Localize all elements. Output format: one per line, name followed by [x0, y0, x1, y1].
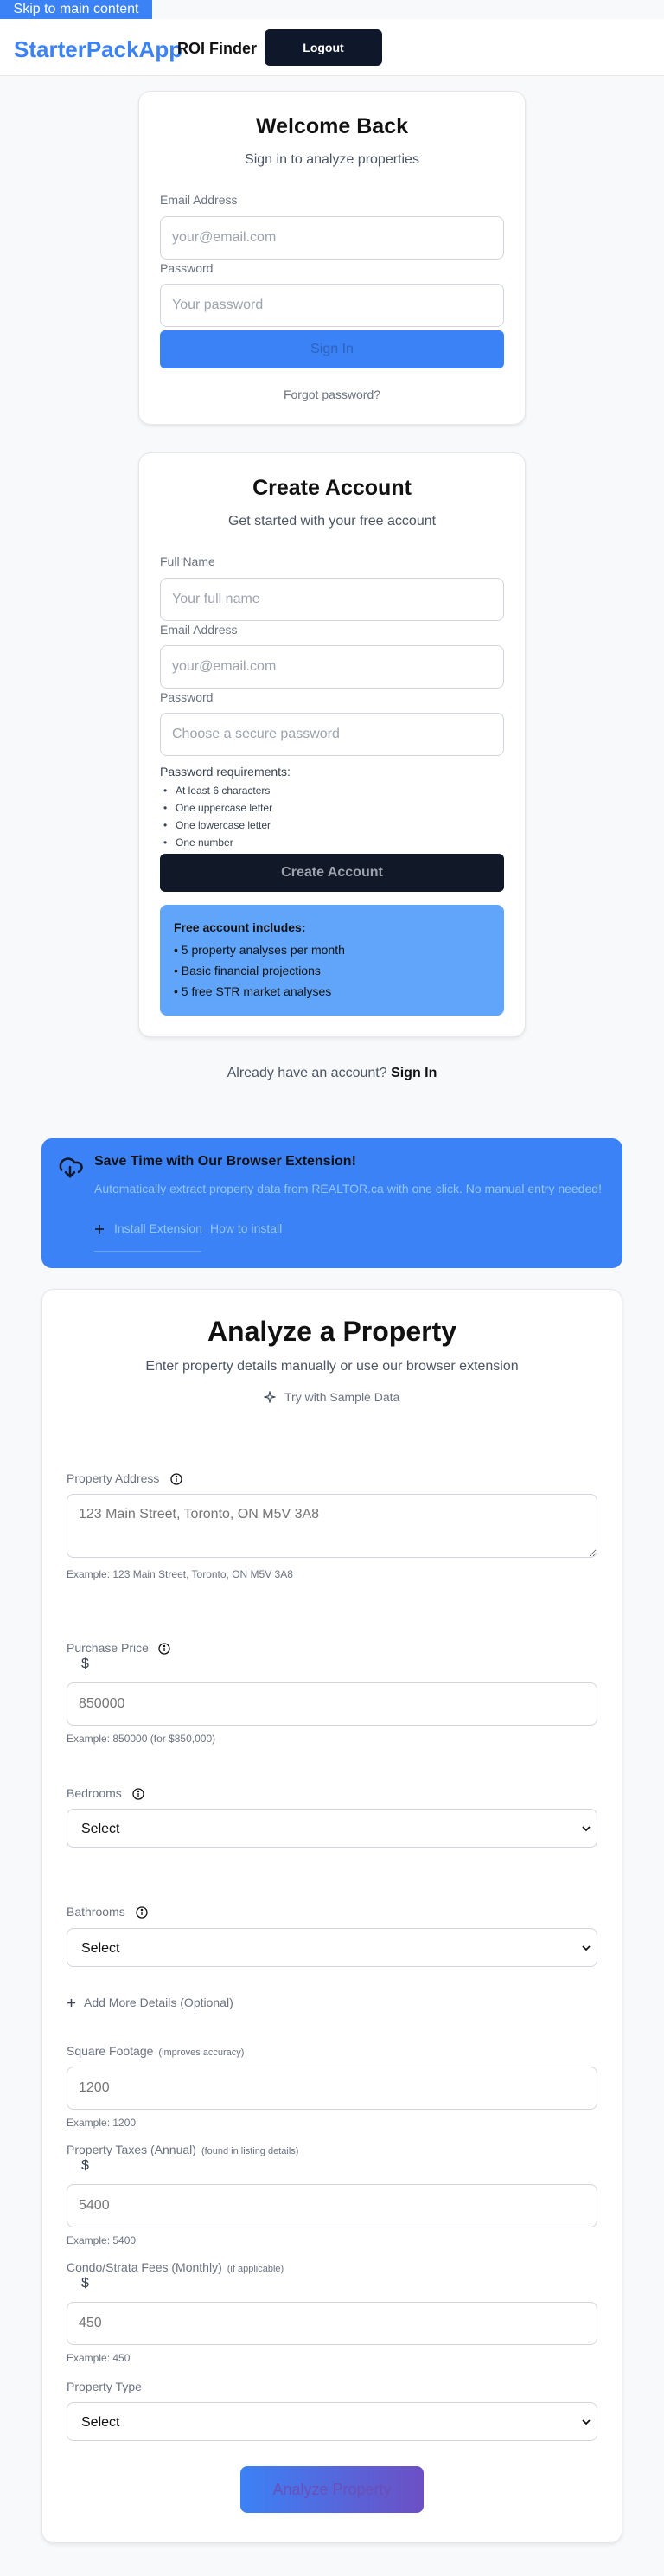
- install-extension-button[interactable]: Install Extension: [114, 1221, 202, 1235]
- already-have-account: Already have an account? Sign In: [0, 1066, 664, 1081]
- login-email-input[interactable]: [160, 216, 504, 260]
- sqft-label: Square Footage (improves accuracy): [67, 2044, 244, 2058]
- try-sample-data-button[interactable]: Try with Sample Data: [284, 1390, 399, 1404]
- login-card: Welcome Back Sign in to analyze properti…: [138, 91, 526, 425]
- bathrooms-select[interactable]: Select: [67, 1928, 597, 1967]
- currency-symbol: $: [81, 2276, 89, 2291]
- info-icon[interactable]: [158, 1643, 170, 1655]
- bedrooms-select-value: Select: [81, 1822, 120, 1836]
- chevron-down-icon: [582, 1826, 591, 1832]
- tax-hint: (found in listing details): [201, 2146, 299, 2156]
- analyze-subtitle: Enter property details manually or use o…: [145, 1359, 519, 1374]
- requirement-item: One uppercase letter: [163, 802, 272, 814]
- signup-name-input[interactable]: [160, 578, 504, 621]
- condo-fees-input[interactable]: [67, 2302, 597, 2345]
- login-title: Welcome Back: [255, 114, 408, 138]
- free-account-box: Free account includes: • 5 property anal…: [160, 905, 504, 1016]
- signup-email-input[interactable]: [160, 645, 504, 689]
- install-underline: [94, 1251, 201, 1252]
- property-type-select[interactable]: Select: [67, 2402, 597, 2441]
- create-account-button[interactable]: Create Account: [160, 854, 504, 892]
- sign-in-link[interactable]: Sign In: [391, 1066, 437, 1080]
- sqft-label-text: Square Footage: [67, 2044, 154, 2058]
- sqft-example: Example: 1200: [67, 2117, 137, 2129]
- bedrooms-label: Bedrooms: [67, 1786, 122, 1800]
- chevron-down-icon: [582, 2419, 591, 2425]
- skip-to-content-link[interactable]: Skip to main content: [0, 0, 152, 19]
- login-subtitle: Sign in to analyze properties: [245, 152, 419, 167]
- condo-example: Example: 450: [67, 2352, 131, 2364]
- extension-description: Automatically extract property data from…: [94, 1182, 602, 1195]
- property-type-select-value: Select: [81, 2415, 120, 2430]
- tax-label: Property Taxes (Annual) (found in listing…: [67, 2143, 298, 2156]
- sign-in-button[interactable]: Sign In: [160, 330, 504, 368]
- analyze-property-card: Analyze a Property Enter property detail…: [42, 1289, 622, 2543]
- requirement-item: One number: [163, 836, 233, 849]
- login-email-label: Email Address: [160, 193, 238, 207]
- how-to-install-link[interactable]: How to install: [210, 1221, 282, 1235]
- navbar: StarterPackApp ROI Finder Logout: [0, 19, 664, 76]
- free-account-item: • Basic financial projections: [174, 964, 321, 977]
- address-example: Example: 123 Main Street, Toronto, ON M5…: [67, 1568, 293, 1580]
- requirement-item: At least 6 characters: [163, 785, 270, 797]
- signup-card: Create Account Get started with your fre…: [138, 452, 526, 1037]
- already-text: Already have an account?: [227, 1066, 387, 1080]
- sqft-hint: (improves accuracy): [158, 2047, 245, 2058]
- condo-label: Condo/Strata Fees (Monthly) (if applicabl…: [67, 2260, 284, 2274]
- signup-name-label: Full Name: [160, 554, 215, 568]
- purchase-price-input[interactable]: [67, 1682, 597, 1726]
- bedrooms-select[interactable]: Select: [67, 1809, 597, 1848]
- signup-subtitle: Get started with your free account: [227, 514, 437, 529]
- signup-password-label: Password: [160, 690, 214, 704]
- bathrooms-label: Bathrooms: [67, 1905, 125, 1919]
- logout-button[interactable]: Logout: [265, 29, 382, 66]
- address-input[interactable]: [67, 1494, 597, 1558]
- tax-label-text: Property Taxes (Annual): [67, 2143, 196, 2156]
- login-password-label: Password: [160, 261, 214, 275]
- sparkle-icon: [264, 1391, 276, 1403]
- extension-banner: Save Time with Our Browser Extension! Au…: [42, 1138, 622, 1268]
- square-footage-input[interactable]: [67, 2067, 597, 2110]
- info-icon[interactable]: [170, 1473, 182, 1485]
- plus-icon: [67, 1998, 76, 2008]
- free-account-item: • 5 free STR market analyses: [174, 984, 332, 998]
- plus-icon: [95, 1225, 104, 1234]
- download-cloud-icon: [59, 1157, 83, 1178]
- free-account-title: Free account includes:: [174, 920, 306, 934]
- condo-hint: (if applicable): [227, 2264, 284, 2274]
- price-example: Example: 850000 (for $850,000): [67, 1733, 216, 1745]
- price-label: Purchase Price: [67, 1641, 149, 1655]
- brand-logo[interactable]: StarterPackApp: [14, 36, 182, 63]
- nav-title: ROI Finder: [177, 40, 258, 57]
- property-type-label: Property Type: [67, 2380, 142, 2393]
- add-more-details-toggle[interactable]: Add More Details (Optional): [84, 1996, 233, 2009]
- info-icon[interactable]: [132, 1788, 144, 1800]
- analyze-title: Analyze a Property: [207, 1316, 457, 1347]
- condo-label-text: Condo/Strata Fees (Monthly): [67, 2260, 222, 2274]
- property-tax-input[interactable]: [67, 2184, 597, 2227]
- currency-symbol: $: [81, 2158, 89, 2173]
- login-password-input[interactable]: [160, 284, 504, 327]
- tax-example: Example: 5400: [67, 2234, 137, 2246]
- password-requirements-title: Password requirements:: [160, 765, 290, 779]
- chevron-down-icon: [582, 1945, 591, 1951]
- extension-title: Save Time with Our Browser Extension!: [94, 1154, 356, 1169]
- signup-title: Create Account: [252, 476, 412, 500]
- info-icon[interactable]: [136, 1906, 148, 1919]
- currency-symbol: $: [81, 1656, 89, 1671]
- signup-password-input[interactable]: [160, 713, 504, 756]
- free-account-item: • 5 property analyses per month: [174, 943, 345, 957]
- address-label: Property Address: [67, 1471, 160, 1485]
- analyze-property-button[interactable]: Analyze Property: [240, 2466, 424, 2513]
- signup-email-label: Email Address: [160, 623, 238, 637]
- forgot-password-link[interactable]: Forgot password?: [139, 388, 525, 401]
- requirement-item: One lowercase letter: [163, 819, 271, 831]
- bathrooms-select-value: Select: [81, 1941, 120, 1956]
